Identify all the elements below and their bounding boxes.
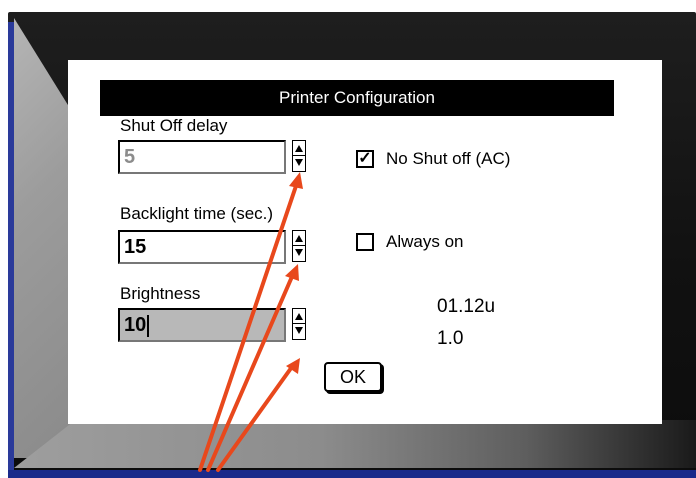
arrowhead-backlight-icon (285, 264, 299, 281)
arrow-line-backlight (206, 270, 296, 472)
arrowhead-shut-off-icon (289, 172, 303, 189)
annotation-arrows (198, 172, 303, 472)
